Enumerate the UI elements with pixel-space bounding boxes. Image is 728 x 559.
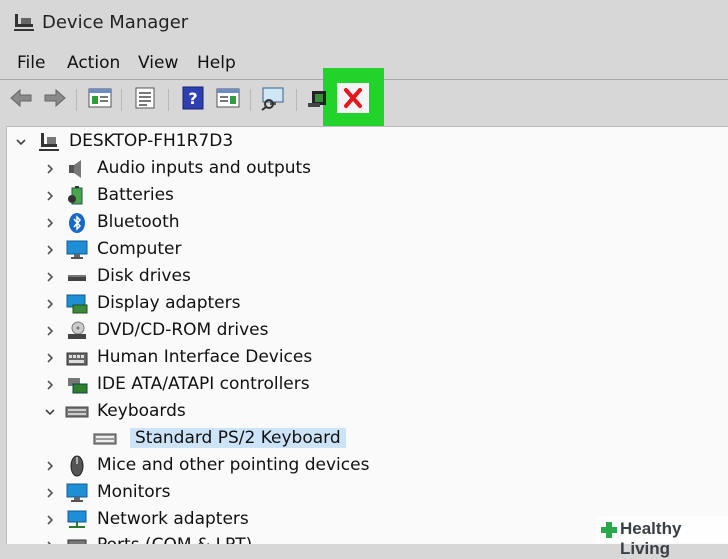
disk-drive-icon (68, 275, 86, 281)
chevron-right-icon[interactable] (43, 216, 57, 230)
toolbar-divider (121, 89, 122, 111)
menu-view[interactable]: View (138, 53, 178, 73)
computer-icon (66, 240, 88, 259)
tree-item-label: DVD/CD-ROM drives (97, 320, 269, 340)
tree-item-display-adapters[interactable]: Display adapters (7, 292, 407, 316)
menu-help[interactable]: Help (197, 53, 236, 73)
toolbar-divider (250, 89, 251, 111)
tree-root[interactable]: DESKTOP-FH1R7D3 (7, 130, 307, 154)
tree-item-label: Batteries (97, 185, 174, 205)
tree-item-monitors[interactable]: Monitors (7, 481, 407, 505)
ide-controller-icon (68, 378, 88, 394)
device-manager-icon (14, 14, 34, 31)
chevron-right-icon[interactable] (43, 243, 57, 257)
tree-item-computer[interactable]: Computer (7, 238, 407, 262)
tree-item-mice[interactable]: Mice and other pointing devices (7, 454, 427, 478)
tree-item-label: IDE ATA/ATAPI controllers (97, 374, 310, 394)
bluetooth-icon (69, 213, 85, 233)
plus-cross-icon (601, 522, 617, 538)
tree-item-label: Monitors (97, 482, 171, 502)
tree-item-label-selected: Standard PS/2 Keyboard (130, 428, 346, 448)
keyboard-icon (65, 406, 89, 418)
tree-item-label: Network adapters (97, 509, 249, 529)
tree-item-bluetooth[interactable]: Bluetooth (7, 211, 407, 235)
chevron-right-icon[interactable] (43, 270, 57, 284)
scan-hardware-icon[interactable] (260, 85, 286, 111)
uninstall-device-button[interactable] (337, 83, 369, 113)
watermark: Healthy Living (596, 516, 728, 558)
tree-item-ps2-keyboard[interactable]: Standard PS/2 Keyboard (7, 427, 427, 451)
tree-item-label: Disk drives (97, 266, 191, 286)
chevron-right-icon[interactable] (43, 486, 57, 500)
tree-item-label: Mice and other pointing devices (97, 455, 370, 475)
mouse-icon (70, 455, 84, 477)
keyboard-device-icon (93, 433, 117, 445)
chevron-right-icon[interactable] (43, 297, 57, 311)
tree-item-ide-controllers[interactable]: IDE ATA/ATAPI controllers (7, 373, 407, 397)
chevron-right-icon[interactable] (43, 351, 57, 365)
menu-file[interactable]: File (17, 53, 45, 73)
chevron-down-icon[interactable] (43, 405, 57, 419)
network-adapter-icon (67, 510, 87, 528)
help-icon[interactable]: ? (180, 85, 206, 111)
action-pane-icon[interactable] (215, 85, 241, 111)
monitor-icon (66, 483, 88, 502)
chevron-right-icon[interactable] (43, 189, 57, 203)
toolbar-divider (168, 89, 169, 111)
tree-item-label: Display adapters (97, 293, 241, 313)
tree-item-label: Audio inputs and outputs (97, 158, 312, 178)
tree-item-network-adapters[interactable]: Network adapters (7, 508, 407, 532)
svg-text:?: ? (188, 89, 197, 108)
tree-item-batteries[interactable]: Batteries (7, 184, 407, 208)
chevron-down-icon[interactable] (14, 135, 28, 149)
root-label: DESKTOP-FH1R7D3 (69, 131, 234, 151)
tree-item-hid[interactable]: Human Interface Devices (7, 346, 407, 370)
tree-item-keyboards[interactable]: Keyboards (7, 400, 407, 424)
update-driver-icon[interactable] (306, 85, 328, 111)
tree-item-label: Keyboards (97, 401, 186, 421)
properties-panel-icon[interactable] (87, 85, 113, 111)
dvd-drive-icon (68, 321, 86, 339)
computer-root-icon (39, 133, 59, 151)
device-tree: DESKTOP-FH1R7D3 Audio inputs and outputs… (6, 126, 728, 544)
tree-item-audio[interactable]: Audio inputs and outputs (7, 157, 407, 181)
chevron-right-icon[interactable] (43, 378, 57, 392)
speaker-icon (69, 160, 81, 178)
menu-action[interactable]: Action (67, 53, 120, 73)
back-arrow-icon[interactable] (8, 85, 34, 111)
hid-icon (66, 352, 88, 366)
tree-item-disk-drives[interactable]: Disk drives (7, 265, 407, 289)
chevron-right-icon[interactable] (43, 162, 57, 176)
chevron-right-icon[interactable] (43, 459, 57, 473)
forward-arrow-icon[interactable] (42, 85, 68, 111)
window-title: Device Manager (42, 12, 189, 33)
toolbar-divider (296, 89, 297, 111)
chevron-right-icon[interactable] (43, 513, 57, 527)
tree-view-icon[interactable] (132, 85, 158, 111)
chevron-right-icon[interactable] (43, 324, 57, 338)
battery-icon (68, 186, 83, 205)
tree-item-label: Bluetooth (97, 212, 180, 232)
toolbar-divider (76, 89, 77, 111)
title-bar: Device Manager (0, 0, 728, 46)
tree-item-label: Human Interface Devices (97, 347, 313, 367)
uninstall-device-icon (344, 88, 362, 108)
chevron-right-icon[interactable] (43, 539, 57, 544)
watermark-text: Healthy Living (620, 519, 682, 558)
tree-item-dvd-drives[interactable]: DVD/CD-ROM drives (7, 319, 407, 343)
tree-item-label: Computer (97, 239, 182, 259)
display-adapter-icon (66, 294, 88, 314)
